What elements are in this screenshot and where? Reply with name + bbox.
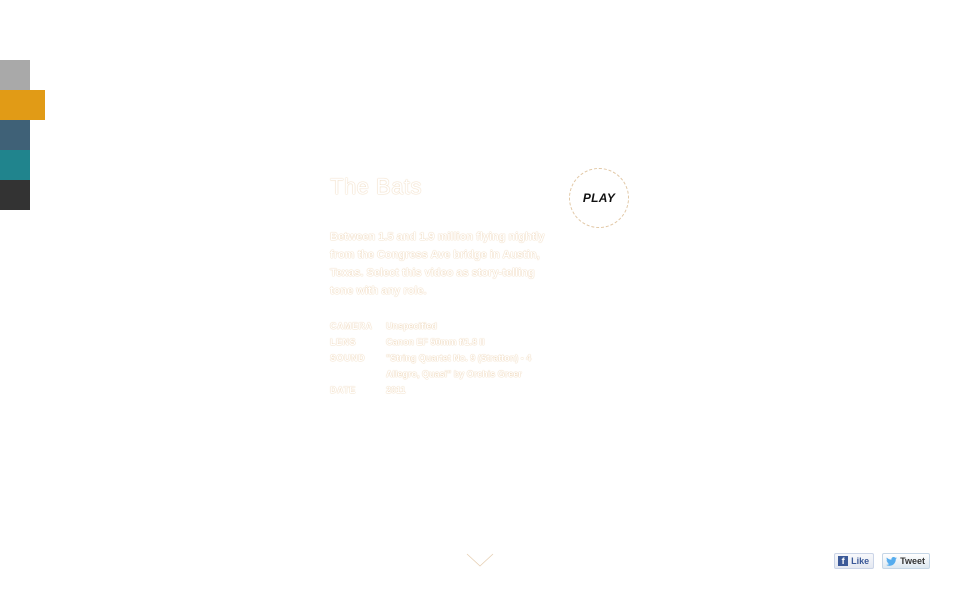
video-description: Between 1.5 and 1.9 million flying night…	[330, 231, 545, 297]
swatch-orange[interactable]	[0, 90, 45, 120]
swatch-charcoal[interactable]	[0, 180, 30, 210]
tweet-button[interactable]: Tweet	[882, 553, 930, 569]
swatch-teal[interactable]	[0, 150, 30, 180]
video-meta: CAMERA Unspecified LENS Canon EF 50mm f/…	[330, 318, 560, 398]
meta-value: Canon EF 50mm f/1.8 II	[386, 337, 485, 347]
facebook-icon: f	[838, 556, 849, 566]
play-button[interactable]: PLAY	[569, 168, 629, 228]
meta-label: CAMERA	[330, 321, 373, 331]
page: The Bats Between 1.5 and 1.9 million fly…	[0, 0, 960, 600]
color-swatch-menu	[0, 30, 45, 210]
meta-label: LENS	[330, 337, 357, 347]
like-label: Like	[851, 556, 870, 566]
meta-row-camera: CAMERA Unspecified	[330, 318, 560, 334]
meta-value: "String Quartet No. 9 (Stratton) - 4 All…	[386, 353, 532, 379]
video-info: The Bats Between 1.5 and 1.9 million fly…	[330, 172, 570, 398]
play-label: PLAY	[582, 191, 616, 205]
swatch-slate-blue[interactable]	[0, 120, 30, 150]
facebook-like-button[interactable]: f Like	[834, 553, 875, 569]
video-title: The Bats	[330, 174, 423, 199]
chevron-down-icon	[466, 553, 494, 568]
meta-row-date: DATE 2011	[330, 382, 560, 398]
meta-row-sound: SOUND "String Quartet No. 9 (Stratton) -…	[330, 350, 560, 382]
meta-row-lens: LENS Canon EF 50mm f/1.8 II	[330, 334, 560, 350]
meta-value: 2011	[386, 385, 406, 395]
tweet-label: Tweet	[900, 556, 925, 566]
twitter-bird-icon	[886, 556, 898, 566]
meta-value: Unspecified	[386, 321, 438, 331]
meta-label: DATE	[330, 385, 356, 395]
social-share: f Like Tweet	[834, 553, 930, 569]
meta-label: SOUND	[330, 353, 366, 363]
swatch-white[interactable]	[0, 30, 30, 60]
swatch-gray[interactable]	[0, 60, 30, 90]
scroll-down-button[interactable]	[465, 550, 495, 570]
